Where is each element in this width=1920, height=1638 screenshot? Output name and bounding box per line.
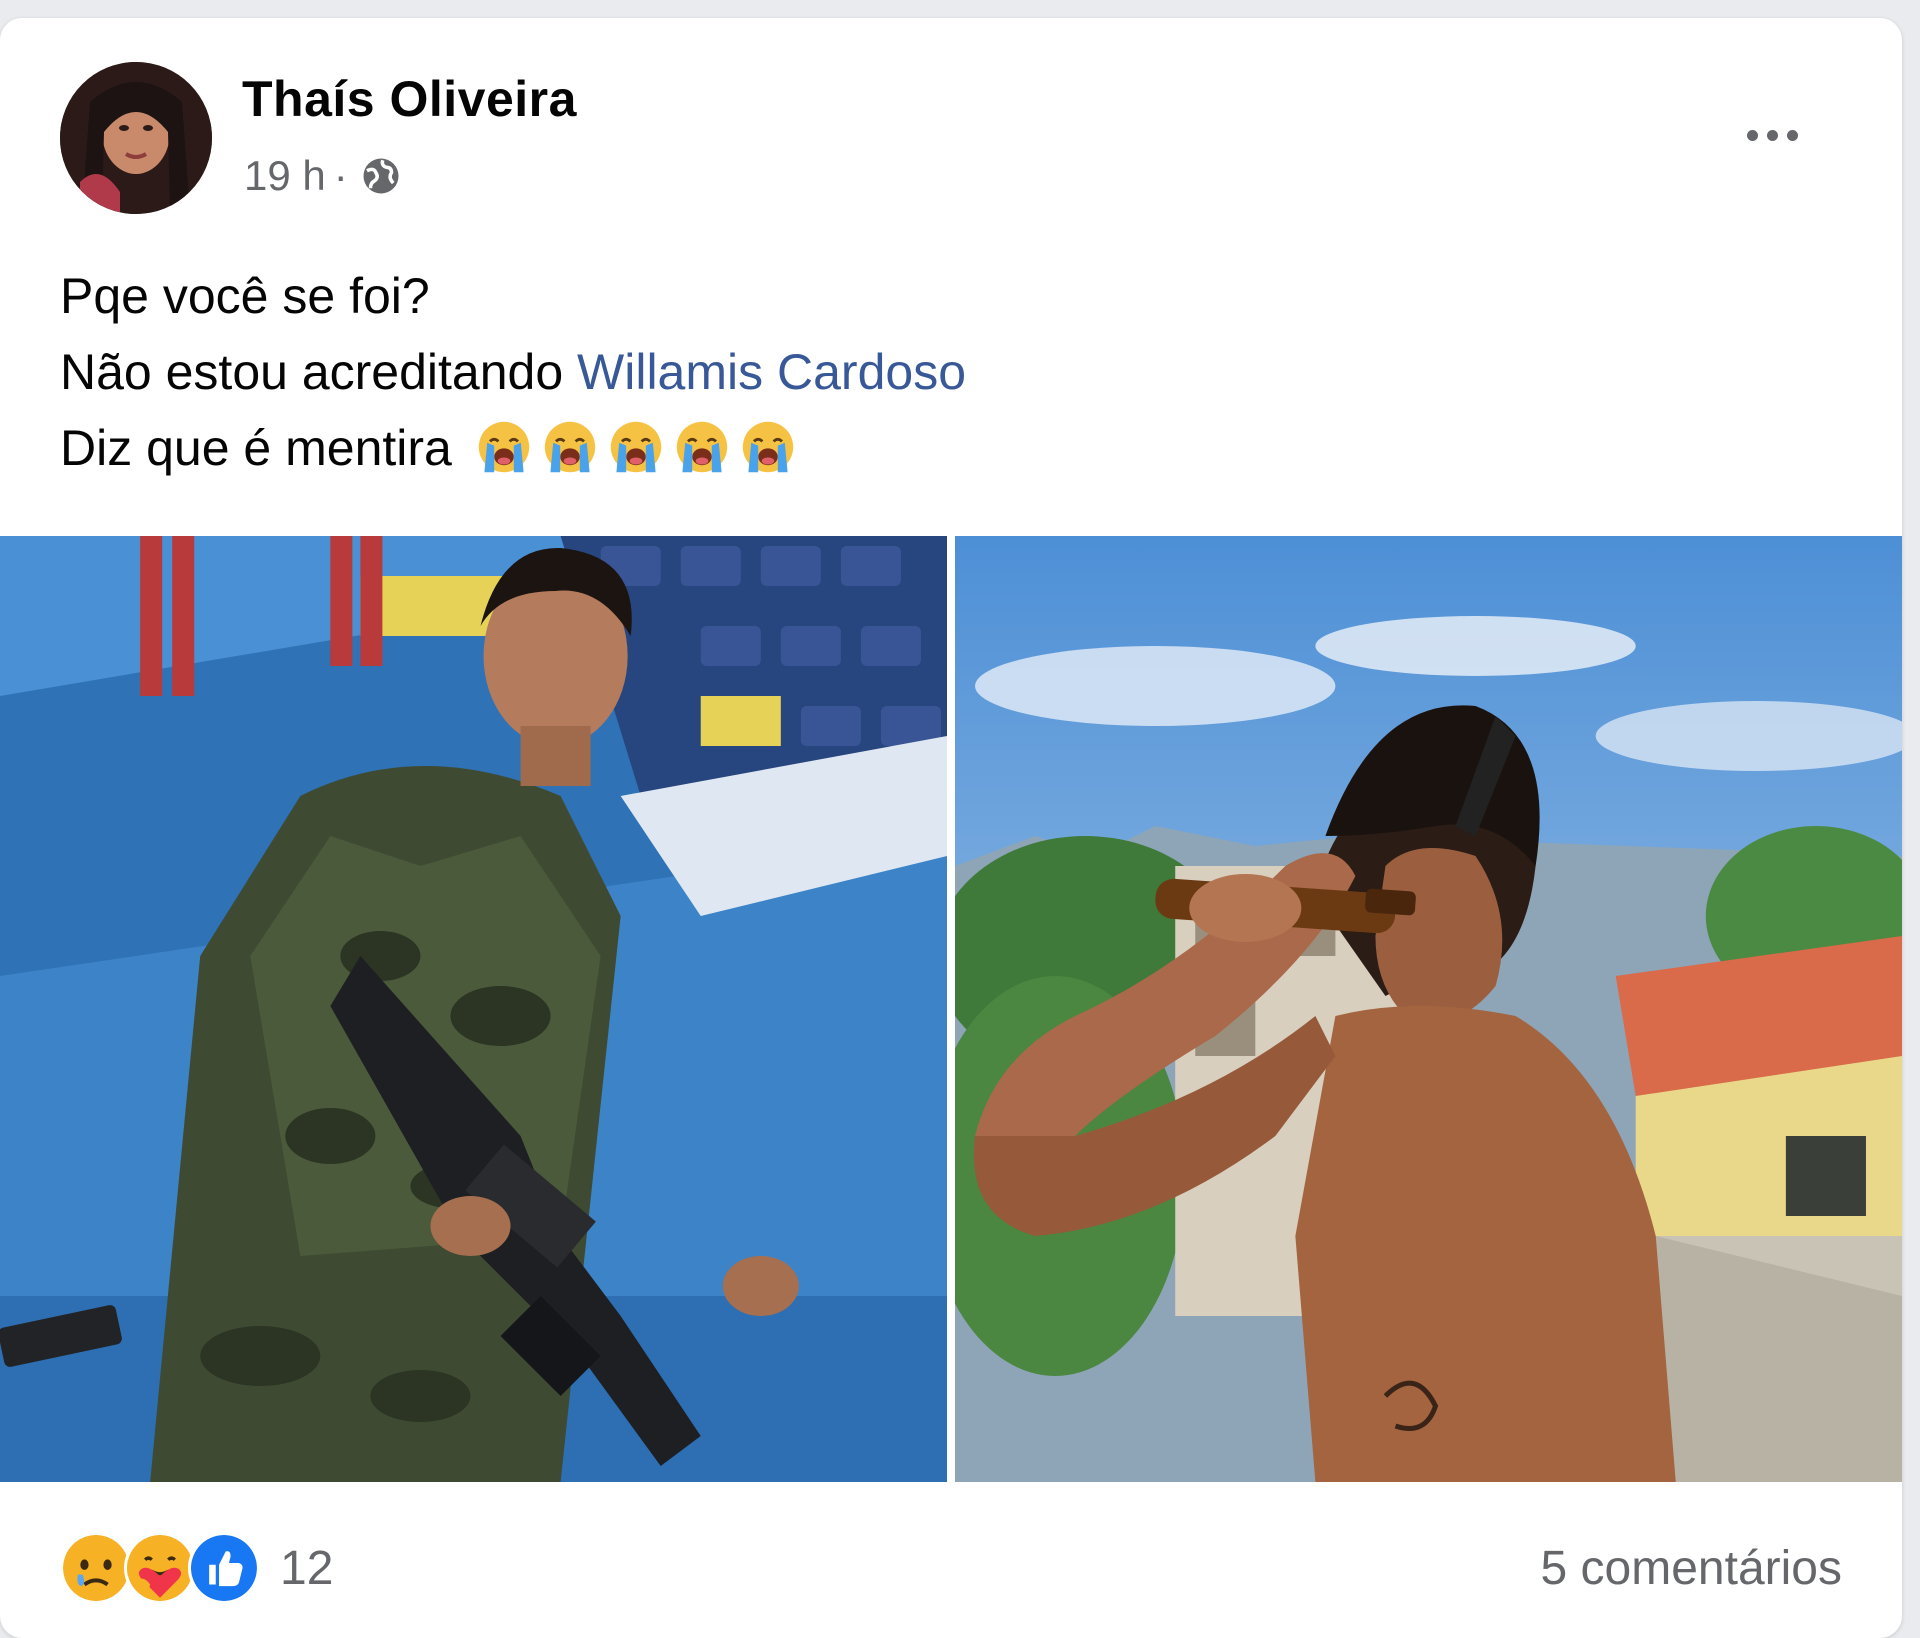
sad-reaction-icon xyxy=(60,1532,132,1604)
post-time[interactable]: 19 h xyxy=(244,152,326,200)
meta-separator: · xyxy=(333,152,348,199)
more-options-icon[interactable] xyxy=(1720,110,1824,160)
more-dot xyxy=(1766,129,1778,141)
post-text-line-2: Não estou acreditando Willamis Cardoso xyxy=(60,334,966,410)
loudly-crying-face-emoji xyxy=(742,421,793,473)
care-reaction-icon xyxy=(124,1532,196,1604)
loudly-crying-face-emoji xyxy=(544,421,595,473)
photo-shirtless-man-drinking[interactable] xyxy=(955,536,1902,1482)
post-text-line-1: Pqe você se foi? xyxy=(60,268,430,324)
reactions-summary[interactable]: 12 xyxy=(60,1532,333,1604)
emoji-row xyxy=(466,420,796,476)
post-text-line-3: Diz que é mentira xyxy=(60,410,966,486)
post-text-line-2-prefix: Não estou acreditando xyxy=(60,344,578,400)
post-text: Pqe você se foi? Não estou acreditando W… xyxy=(60,258,966,486)
loudly-crying-face-emoji xyxy=(478,421,529,473)
loudly-crying-face-emoji xyxy=(610,421,661,473)
author-avatar[interactable] xyxy=(60,62,212,214)
author-name[interactable]: Thaís Oliveira xyxy=(242,70,577,128)
post-text-line-3-text: Diz que é mentira xyxy=(60,420,452,476)
loudly-crying-face-emoji xyxy=(676,421,727,473)
photo-grid xyxy=(0,536,1902,1482)
more-dot xyxy=(1786,129,1798,141)
photo-soldier-with-rifle[interactable] xyxy=(0,536,947,1482)
like-reaction-icon xyxy=(188,1532,260,1604)
mention-link[interactable]: Willamis Cardoso xyxy=(577,344,966,400)
post-meta: 19 h · xyxy=(244,152,402,200)
post-footer: 12 5 comentários xyxy=(60,1528,1842,1608)
reaction-count: 12 xyxy=(280,1541,334,1595)
more-dot xyxy=(1746,129,1758,141)
post-card: Thaís Oliveira 19 h · Pqe você se foi? N… xyxy=(0,18,1902,1638)
globe-icon xyxy=(363,158,399,194)
comments-link[interactable]: 5 comentários xyxy=(1541,1541,1842,1596)
